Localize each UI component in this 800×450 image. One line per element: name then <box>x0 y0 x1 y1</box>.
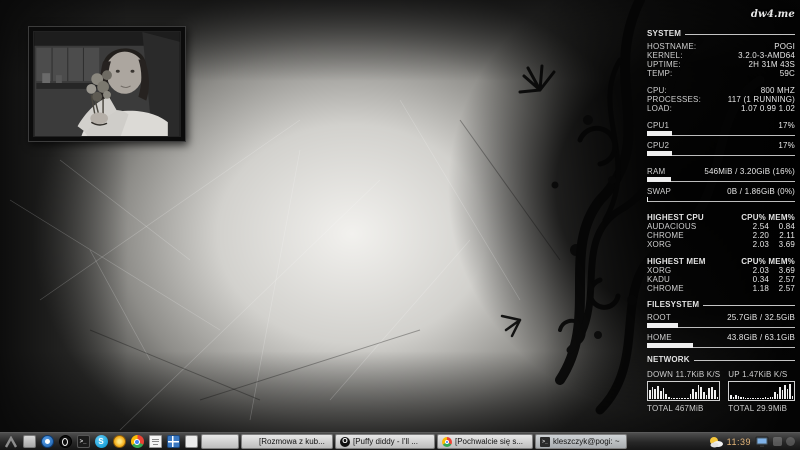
swap-row: SWAP0B / 1.86GiB (0%) <box>647 187 795 196</box>
process-row: AUDACIOUS2.540.84 <box>647 222 795 231</box>
chrome-icon <box>442 437 452 447</box>
chrome-launcher[interactable] <box>129 434 145 450</box>
swap-bar <box>647 198 795 202</box>
taskbar-window-opera[interactable]: O [Puffy diddy - I'll ... <box>335 434 435 449</box>
terminal-icon: >_ <box>77 435 90 448</box>
system-row: KERNEL:3.2.0-3-AMD64 <box>647 51 795 60</box>
download-graph <box>647 381 720 401</box>
app-grid-icon <box>167 435 180 448</box>
section-filesystem: FILESYSTEM <box>647 300 795 309</box>
process-row: CHROME2.202.11 <box>647 231 795 240</box>
cpu-info-row: CPU:800 MHZ <box>647 86 795 95</box>
cpu1-bar <box>647 132 795 136</box>
skype-launcher[interactable]: S <box>93 434 109 450</box>
network-tray-icon[interactable] <box>786 437 795 446</box>
text-editor-launcher[interactable] <box>147 434 163 450</box>
system-row: UPTIME:2H 31M 43S <box>647 60 795 69</box>
wallpaper-signature: dw4.me <box>647 10 795 19</box>
floral-berries <box>552 115 638 339</box>
upload-graph <box>728 381 795 401</box>
opera-launcher[interactable] <box>57 434 73 450</box>
blank-window-launcher[interactable] <box>183 434 199 450</box>
cpu-info-row: LOAD:1.07 0.99 1.02 <box>647 104 795 113</box>
opera-icon <box>59 435 72 448</box>
process-row: KADU0.342.57 <box>647 275 795 284</box>
taskbar-window-kadu-chat[interactable]: [Rozmowa z kub... <box>241 434 333 449</box>
chrome-icon <box>131 435 144 448</box>
section-system: SYSTEM <box>647 29 795 38</box>
process-row: CHROME1.182.57 <box>647 284 795 293</box>
photo-girl-with-flowers <box>33 31 181 137</box>
menu-button[interactable] <box>3 434 19 450</box>
cpu2-row: CPU217% <box>647 141 795 150</box>
photo-widget <box>28 26 186 142</box>
weather-icon[interactable] <box>708 436 723 448</box>
menu-logo-icon <box>4 436 18 448</box>
audacious-launcher[interactable] <box>111 434 127 450</box>
home-row: HOME43.8GiB / 63.1GiB <box>647 333 795 342</box>
root-bar <box>647 324 795 328</box>
highest-mem-header: HIGHEST MEMCPU% MEM% <box>647 257 795 266</box>
kadu-launcher[interactable] <box>39 434 55 450</box>
file-manager-icon <box>23 435 36 448</box>
display-tray-icon[interactable] <box>755 436 769 448</box>
scratch-lines <box>10 100 520 430</box>
volume-tray-icon[interactable] <box>773 437 782 446</box>
taskbar-window-terminal[interactable]: >_ kleszczyk@pogi: ~ <box>535 434 627 449</box>
audacious-icon <box>113 435 126 448</box>
ram-bar <box>647 178 795 182</box>
section-network: NETWORK <box>647 355 795 364</box>
root-row: ROOT25.7GiB / 32.5GiB <box>647 313 795 322</box>
network-graphs: DOWN 11.7KiB K/S TOTAL 467MiB UP 1.47KiB… <box>647 370 795 413</box>
ram-row: RAM546MiB / 3.20GiB (16%) <box>647 167 795 176</box>
terminal-icon: >_ <box>540 437 550 447</box>
opera-icon: O <box>340 437 350 447</box>
highest-cpu-header: HIGHEST CPUCPU% MEM% <box>647 213 795 222</box>
upload-total: TOTAL 29.9MiB <box>728 404 795 413</box>
dark-scratches <box>90 120 560 400</box>
process-row: XORG2.033.69 <box>647 266 795 275</box>
desktop-wallpaper: dw4.me SYSTEM HOSTNAME:POGI KERNEL:3.2.0… <box>0 0 800 450</box>
taskbar: >_ S [Rozmowa z kub... O [Puffy diddy - … <box>0 432 800 450</box>
system-row: HOSTNAME:POGI <box>647 42 795 51</box>
cpu1-row: CPU117% <box>647 121 795 130</box>
file-manager-launcher[interactable] <box>21 434 37 450</box>
taskbar-window-chrome[interactable]: [Pochwalcie się s... <box>437 434 533 449</box>
taskbar-window-blank[interactable] <box>201 434 239 449</box>
clock[interactable]: 11:39 <box>727 437 751 447</box>
terminal-launcher[interactable]: >_ <box>75 434 91 450</box>
process-row: XORG2.033.69 <box>647 240 795 249</box>
network-up: UP 1.47KiB K/S TOTAL 29.9MiB <box>728 370 795 413</box>
system-tray: 11:39 <box>708 436 797 448</box>
kadu-chat-icon <box>246 437 256 447</box>
system-row: TEMP:59C <box>647 69 795 78</box>
app-grid-launcher[interactable] <box>165 434 181 450</box>
download-total: TOTAL 467MiB <box>647 404 720 413</box>
network-down: DOWN 11.7KiB K/S TOTAL 467MiB <box>647 370 720 413</box>
skype-icon: S <box>95 435 108 448</box>
blank-window-icon <box>185 435 198 448</box>
text-editor-icon <box>149 435 162 448</box>
cpu-info-row: PROCESSES:117 (1 RUNNING) <box>647 95 795 104</box>
kadu-messenger-icon <box>41 435 54 448</box>
conky-monitor: dw4.me SYSTEM HOSTNAME:POGI KERNEL:3.2.0… <box>647 10 795 413</box>
home-bar <box>647 344 795 348</box>
cpu2-bar <box>647 152 795 156</box>
